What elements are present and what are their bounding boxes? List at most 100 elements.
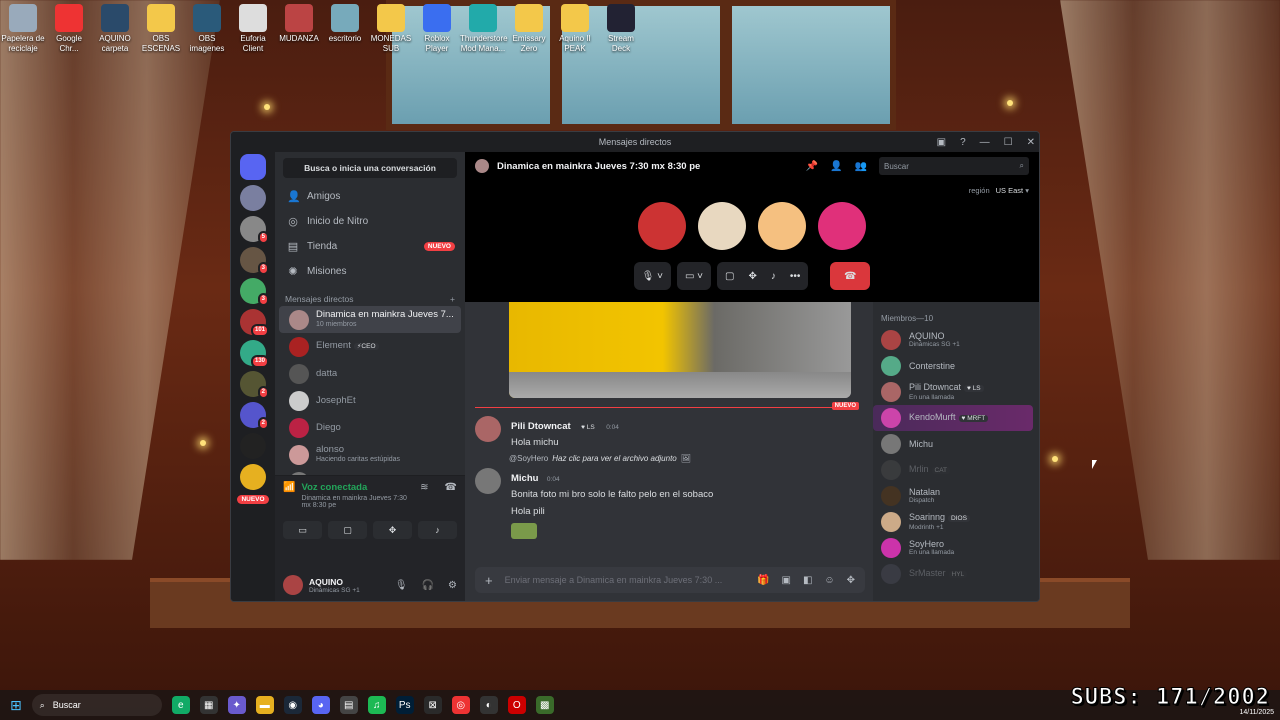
server-icon[interactable]: 130	[240, 340, 269, 368]
server-icon[interactable]: 5	[240, 216, 269, 244]
chrome-icon[interactable]: ◎	[451, 696, 470, 714]
member-item[interactable]: SrMaster HYL	[873, 561, 1033, 587]
member-item[interactable]: Michu	[873, 431, 1033, 457]
apps-icon[interactable]: ✥	[847, 575, 855, 586]
store-icon[interactable]: ▦	[199, 696, 218, 714]
taskbar-search[interactable]: ⌕ Buscar	[31, 694, 162, 716]
explorer-icon[interactable]: ▬	[255, 696, 274, 714]
server-icon[interactable]: 3	[240, 278, 269, 306]
activity-icon[interactable]: ✥	[748, 271, 756, 282]
more-icon[interactable]: •••	[790, 271, 801, 282]
desktop-icon[interactable]: OBS imagenes	[184, 4, 230, 54]
reply-preview[interactable]: @SoyHero Haz clic para ver el archivo ad…	[509, 454, 691, 463]
copilot-icon[interactable]: ✦	[227, 696, 246, 714]
maximize-button[interactable]: ☐	[1004, 137, 1013, 148]
minecraft-icon[interactable]: ▩	[535, 696, 554, 714]
desktop-icon[interactable]: Thunderstore Mod Mana...	[460, 4, 508, 54]
member-item[interactable]: SoyHero En una llamada	[873, 535, 1033, 561]
pin-icon[interactable]: 📌	[806, 161, 818, 172]
desktop-icon[interactable]: escritorio	[322, 4, 368, 54]
desktop-icon[interactable]: Emissary Zero	[506, 4, 552, 54]
sticker-image[interactable]	[511, 523, 537, 539]
member-item[interactable]: Mrlin CAT	[873, 457, 1033, 483]
desktop-icon[interactable]: Papelera de reciclaje	[0, 4, 46, 54]
soundboard-button[interactable]: ♪	[418, 521, 457, 539]
member-item[interactable]: Conterstine	[873, 353, 1033, 379]
server-icon[interactable]: 3	[240, 247, 269, 275]
member-item[interactable]: AQUINO Dinámicas SG +1	[873, 327, 1033, 353]
end-call-button[interactable]: ☎	[830, 262, 871, 290]
member-item[interactable]: Soarinng DIOS Modrinth +1	[873, 509, 1033, 535]
camera-button[interactable]: ▭ ˅	[676, 262, 712, 290]
desktop-icon[interactable]: Aquino II PEAK	[552, 4, 598, 54]
attachment-image[interactable]	[509, 302, 851, 398]
server-icon[interactable]	[240, 433, 266, 459]
photoshop-icon[interactable]: Ps	[395, 696, 414, 714]
dm-item[interactable]: JosephEt	[279, 387, 461, 414]
opera-icon[interactable]: O	[507, 696, 526, 714]
dm-item[interactable]: Dinamica en mainkra Jueves 7... 10 miembr…	[279, 306, 461, 333]
desktop-icon[interactable]: MONEDAS SUB	[368, 4, 414, 54]
dm-item[interactable]: alonso Haciendo caritas estúpidas	[279, 441, 461, 468]
edge-icon[interactable]: e	[171, 696, 190, 714]
app-icon[interactable]: ▤	[339, 696, 358, 714]
mute-button[interactable]: 🎙 ˅	[633, 262, 671, 290]
dm-search-button[interactable]: Busca o inicia una conversación	[283, 158, 457, 178]
github-icon[interactable]: ◐	[479, 696, 498, 714]
voice-channel-name[interactable]: Dinamica en mainkra Jueves 7:30 mx 8:30 …	[301, 495, 414, 509]
desktop-icon[interactable]: Google Chr...	[46, 4, 92, 54]
noise-suppression-icon[interactable]: ≋	[420, 482, 428, 493]
share-screen-icon[interactable]: ▢	[725, 271, 734, 282]
xbox-icon[interactable]: ⊠	[423, 696, 442, 714]
discord-icon[interactable]: ◕	[311, 696, 330, 714]
call-participant-avatar[interactable]	[758, 202, 806, 250]
dm-item[interactable]: datta	[279, 360, 461, 387]
dm-item[interactable]: Element ⚡CEO	[279, 333, 461, 360]
nav-item-tienda[interactable]: ▤ Tienda NUEVO	[275, 234, 465, 259]
member-item[interactable]: Natalan Dispatch	[873, 483, 1033, 509]
desktop-icon[interactable]: Stream Deck	[598, 4, 644, 54]
desktop-icon[interactable]: Roblox Player	[414, 4, 460, 54]
dm-item[interactable]: Diego	[279, 414, 461, 441]
microphone-icon[interactable]: 🎙	[395, 580, 408, 591]
call-participant-avatar[interactable]	[818, 202, 866, 250]
server-icon[interactable]	[240, 464, 266, 490]
server-icon[interactable]: 2	[240, 402, 269, 430]
help-icon[interactable]: ?	[960, 137, 966, 148]
desktop-icon[interactable]: MUDANZA	[276, 4, 322, 54]
search-input[interactable]: Buscar ⌕	[879, 157, 1029, 175]
nav-item-amigos[interactable]: 👤 Amigos	[275, 184, 465, 209]
add-friend-icon[interactable]: 👤	[830, 161, 842, 172]
soundboard-icon[interactable]: ♪	[771, 271, 776, 282]
server-icon[interactable]: 2	[240, 371, 269, 399]
screen-share-button[interactable]: ▢	[328, 521, 367, 539]
members-icon[interactable]: 👥	[855, 161, 867, 172]
member-item[interactable]: Pili Dtowncat ♥ LS En una llamada	[873, 379, 1033, 405]
discord-home-icon[interactable]	[240, 154, 266, 180]
minimize-button[interactable]: —	[980, 137, 990, 148]
message-composer[interactable]: + Enviar mensaje a Dinamica en mainkra J…	[475, 567, 865, 593]
add-attachment-icon[interactable]: +	[485, 573, 493, 588]
avatar[interactable]	[475, 416, 501, 442]
message-author[interactable]: Pili Dtowncat	[511, 421, 571, 432]
spotify-icon[interactable]: ♫	[367, 696, 386, 714]
desktop-icon[interactable]: OBS ESCENAS	[138, 4, 184, 54]
windows-start-icon[interactable]: ⊞	[10, 697, 22, 714]
gift-icon[interactable]: 🎁	[757, 575, 769, 586]
headphones-icon[interactable]: 🎧	[422, 580, 434, 591]
activities-button[interactable]: ✥	[373, 521, 412, 539]
nav-item-misiones[interactable]: ✺ Misiones	[275, 259, 465, 284]
sticker-icon[interactable]: ◧	[803, 575, 812, 586]
avatar[interactable]	[283, 575, 303, 595]
desktop-icon[interactable]: AQUINO carpeta	[92, 4, 138, 54]
nav-item-inicio-de-nitro[interactable]: ◎ Inicio de Nitro	[275, 209, 465, 234]
desktop-icon[interactable]: Euforia Client	[230, 4, 276, 54]
region-selector[interactable]: región US East ▾	[969, 186, 1029, 195]
disconnect-icon[interactable]: ☎	[445, 482, 457, 493]
server-icon[interactable]	[240, 185, 266, 211]
message-author[interactable]: Michu	[511, 473, 538, 484]
member-item[interactable]: KendoMurft ♥ MRFT	[873, 405, 1033, 431]
gear-icon[interactable]: ⚙	[448, 580, 457, 591]
steam-icon[interactable]: ◉	[283, 696, 302, 714]
clock[interactable]: 14/11/2025	[1239, 709, 1274, 716]
